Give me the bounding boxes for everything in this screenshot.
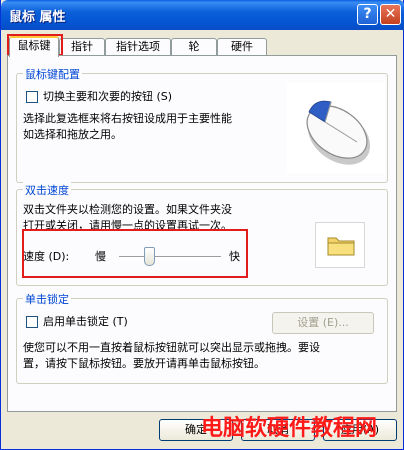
group-title: 双击速度	[23, 182, 71, 198]
title-bar[interactable]: 鼠标 属性 ? ✕	[1, 0, 404, 30]
swap-description-line2: 如选择和拖放之用。	[23, 128, 122, 141]
click-lock-group: 单击锁定 启用单击锁定 (T) 设置 (E)... 使您可以不用一直按着鼠标按钮…	[16, 291, 388, 384]
swap-buttons-label[interactable]: 切换主要和次要的按钮 (S)	[43, 89, 172, 104]
speed-highlight-box	[22, 229, 248, 278]
close-icon: ✕	[384, 6, 397, 22]
tab-wheel[interactable]: 轮	[171, 38, 217, 56]
click-lock-checkbox[interactable]	[26, 316, 38, 328]
tab-label: 硬件	[231, 40, 253, 53]
tab-label: 指针选项	[116, 40, 160, 53]
tab-pointers[interactable]: 指针	[59, 38, 105, 56]
tab-label: 鼠标键	[17, 39, 51, 52]
swap-buttons-checkbox[interactable]	[26, 91, 38, 103]
button-label: 设置 (E)...	[297, 316, 349, 329]
double-click-description-line1: 双击文件夹以检测您的设置。如果文件夹没	[23, 203, 232, 216]
tab-label: 轮	[188, 40, 200, 53]
test-area[interactable]	[315, 222, 365, 268]
mouse-properties-window: 鼠标 属性 ? ✕ 鼠标键 指针 指针选项 轮 硬件 鼠标键配置 切换主要和次要…	[0, 0, 404, 450]
tab-panel: 鼠标键配置 切换主要和次要的按钮 (S) 选择此复选框来将右按钮设成用于主要性能…	[7, 55, 397, 412]
swap-description-line1: 选择此复选框来将右按钮设成用于主要性能	[23, 112, 232, 125]
click-lock-description-line2: 置，请按下鼠标按钮。要放开请再单击鼠标按钮。	[23, 357, 265, 370]
button-config-group: 鼠标键配置 切换主要和次要的按钮 (S) 选择此复选框来将右按钮设成用于主要性能…	[16, 66, 388, 183]
click-lock-label[interactable]: 启用单击锁定 (T)	[43, 314, 128, 329]
tab-hardware[interactable]: 硬件	[217, 38, 267, 56]
tab-label: 指针	[71, 40, 93, 53]
click-lock-settings-button[interactable]: 设置 (E)...	[272, 312, 374, 334]
group-title: 鼠标键配置	[23, 66, 82, 82]
help-icon: ?	[363, 6, 372, 22]
tab-buttons[interactable]: 鼠标键	[9, 36, 59, 57]
tab-pointer-options[interactable]: 指针选项	[105, 38, 171, 56]
close-button[interactable]: ✕	[380, 4, 401, 25]
click-lock-description-line1: 使您可以不用一直按着鼠标按钮就可以突出显示或拖拽。要设	[23, 341, 320, 354]
site-watermark: 电脑软硬件教程网	[201, 415, 378, 441]
group-title: 单击锁定	[23, 291, 71, 307]
window-title: 鼠标 属性	[9, 10, 66, 25]
folder-icon[interactable]	[316, 223, 366, 269]
help-button[interactable]: ?	[357, 4, 378, 25]
mouse-illustration-icon	[287, 82, 385, 174]
